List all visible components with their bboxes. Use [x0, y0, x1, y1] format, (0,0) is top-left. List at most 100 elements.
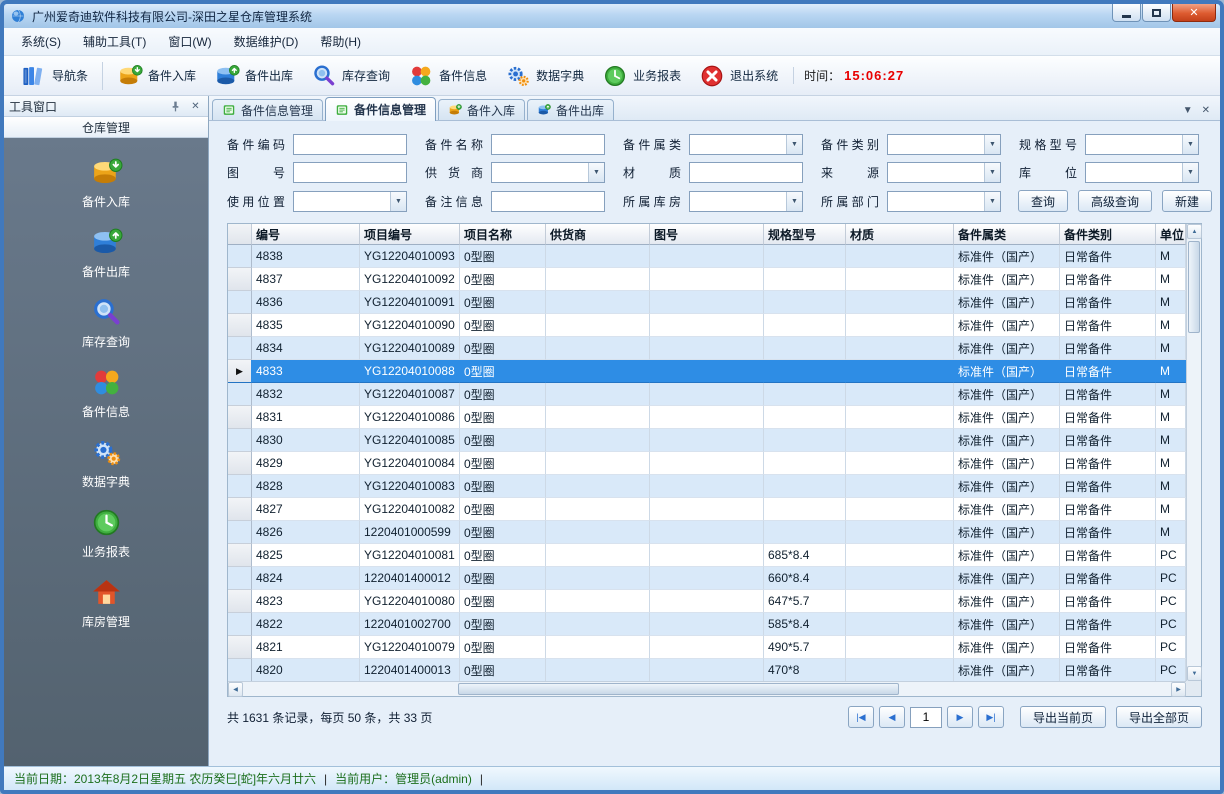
table-cell[interactable]	[546, 245, 650, 268]
scroll-down-icon[interactable]: ▼	[1187, 666, 1202, 681]
page-number-input[interactable]	[910, 707, 942, 728]
combo-field[interactable]: ▼	[1085, 162, 1199, 183]
column-header[interactable]: 单位	[1156, 224, 1186, 245]
table-cell[interactable]	[846, 406, 954, 429]
table-cell[interactable]	[764, 498, 846, 521]
field-input[interactable]	[294, 135, 406, 154]
table-row[interactable]: 4834YG122040100890型圈标准件（国产）日常备件M	[228, 337, 1186, 360]
table-cell[interactable]	[846, 475, 954, 498]
table-cell[interactable]	[650, 406, 764, 429]
horizontal-scroll-thumb[interactable]	[458, 683, 899, 695]
table-cell[interactable]	[846, 383, 954, 406]
table-cell[interactable]: 647*5.7	[764, 590, 846, 613]
table-cell[interactable]: 585*8.4	[764, 613, 846, 636]
selected-row-indicator[interactable]: ▶	[228, 360, 252, 383]
table-cell[interactable]	[846, 429, 954, 452]
table-cell[interactable]: 4820	[252, 659, 360, 681]
table-cell[interactable]	[764, 245, 846, 268]
table-cell[interactable]: 0型圈	[460, 314, 546, 337]
table-cell[interactable]	[764, 521, 846, 544]
table-cell[interactable]: YG12204010081	[360, 544, 460, 567]
sidebar-item-4[interactable]: 备件信息	[4, 358, 208, 428]
table-cell[interactable]: 标准件（国产）	[954, 659, 1060, 681]
table-cell[interactable]: 0型圈	[460, 268, 546, 291]
table-row[interactable]: 4837YG122040100920型圈标准件（国产）日常备件M	[228, 268, 1186, 291]
tab-4[interactable]: 备件出库	[527, 99, 614, 120]
table-cell[interactable]: 日常备件	[1060, 636, 1156, 659]
table-row[interactable]: ▶4833YG122040100880型圈标准件（国产）日常备件M	[228, 360, 1186, 383]
table-cell[interactable]: PC	[1156, 544, 1186, 567]
table-cell[interactable]	[764, 314, 846, 337]
table-cell[interactable]: M	[1156, 498, 1186, 521]
field-input[interactable]	[888, 192, 984, 211]
export-all-pages-button[interactable]: 导出全部页	[1116, 706, 1202, 728]
table-cell[interactable]: 0型圈	[460, 337, 546, 360]
table-cell[interactable]: M	[1156, 314, 1186, 337]
table-cell[interactable]	[546, 590, 650, 613]
table-cell[interactable]: 1220401400012	[360, 567, 460, 590]
table-cell[interactable]: 490*5.7	[764, 636, 846, 659]
table-cell[interactable]	[546, 521, 650, 544]
scroll-left-icon[interactable]: ◀	[228, 682, 243, 697]
table-cell[interactable]: 4825	[252, 544, 360, 567]
table-cell[interactable]: 4830	[252, 429, 360, 452]
column-header[interactable]: 项目名称	[460, 224, 546, 245]
table-cell[interactable]	[846, 498, 954, 521]
table-cell[interactable]: 标准件（国产）	[954, 383, 1060, 406]
table-cell[interactable]: 标准件（国产）	[954, 429, 1060, 452]
toolbar-button[interactable]: 备件出库	[205, 60, 302, 92]
table-cell[interactable]	[546, 567, 650, 590]
table-cell[interactable]	[650, 590, 764, 613]
pin-icon[interactable]	[168, 99, 183, 114]
table-cell[interactable]	[650, 521, 764, 544]
advanced-query-button[interactable]: 高级查询	[1078, 190, 1152, 212]
table-cell[interactable]: YG12204010087	[360, 383, 460, 406]
table-cell[interactable]: 0型圈	[460, 475, 546, 498]
table-cell[interactable]: 0型圈	[460, 245, 546, 268]
table-cell[interactable]: 1220401000599	[360, 521, 460, 544]
field-input[interactable]	[888, 135, 984, 154]
column-header[interactable]: 备件类别	[1060, 224, 1156, 245]
table-cell[interactable]: 4828	[252, 475, 360, 498]
table-cell[interactable]: 标准件（国产）	[954, 590, 1060, 613]
row-indicator-cell[interactable]	[228, 636, 252, 659]
table-cell[interactable]	[764, 383, 846, 406]
table-cell[interactable]	[650, 498, 764, 521]
vertical-scroll-thumb[interactable]	[1188, 241, 1200, 333]
table-cell[interactable]	[650, 475, 764, 498]
table-cell[interactable]	[846, 521, 954, 544]
sidebar-item-5[interactable]: 数据字典	[4, 428, 208, 498]
table-cell[interactable]: 0型圈	[460, 636, 546, 659]
table-cell[interactable]: 日常备件	[1060, 498, 1156, 521]
table-row[interactable]: 4828YG122040100830型圈标准件（国产）日常备件M	[228, 475, 1186, 498]
table-cell[interactable]: 日常备件	[1060, 613, 1156, 636]
table-cell[interactable]: 日常备件	[1060, 360, 1156, 383]
table-cell[interactable]	[546, 406, 650, 429]
table-cell[interactable]	[846, 590, 954, 613]
table-cell[interactable]: 日常备件	[1060, 383, 1156, 406]
table-cell[interactable]	[846, 544, 954, 567]
row-indicator-cell[interactable]	[228, 429, 252, 452]
combo-dropdown-icon[interactable]: ▼	[390, 192, 406, 211]
table-cell[interactable]	[650, 613, 764, 636]
table-row[interactable]: 4832YG122040100870型圈标准件（国产）日常备件M	[228, 383, 1186, 406]
table-cell[interactable]: 标准件（国产）	[954, 291, 1060, 314]
table-cell[interactable]: YG12204010085	[360, 429, 460, 452]
row-indicator-cell[interactable]	[228, 659, 252, 681]
toolbar-button[interactable]: 库存查询	[302, 60, 399, 92]
next-page-button[interactable]: ▶	[947, 706, 973, 728]
tab-close-icon[interactable]: ✕	[1202, 105, 1210, 116]
table-cell[interactable]: M	[1156, 268, 1186, 291]
row-indicator-cell[interactable]	[228, 452, 252, 475]
vertical-scrollbar[interactable]: ▲ ▼	[1186, 224, 1201, 681]
table-cell[interactable]	[846, 291, 954, 314]
table-cell[interactable]	[546, 452, 650, 475]
table-cell[interactable]: 4834	[252, 337, 360, 360]
tab-1[interactable]: 备件信息管理	[212, 99, 323, 120]
table-row[interactable]: 4831YG122040100860型圈标准件（国产）日常备件M	[228, 406, 1186, 429]
table-cell[interactable]: YG12204010088	[360, 360, 460, 383]
table-cell[interactable]: 日常备件	[1060, 521, 1156, 544]
combo-dropdown-icon[interactable]: ▼	[786, 135, 802, 154]
table-cell[interactable]: 标准件（国产）	[954, 452, 1060, 475]
table-row[interactable]: 4836YG122040100910型圈标准件（国产）日常备件M	[228, 291, 1186, 314]
